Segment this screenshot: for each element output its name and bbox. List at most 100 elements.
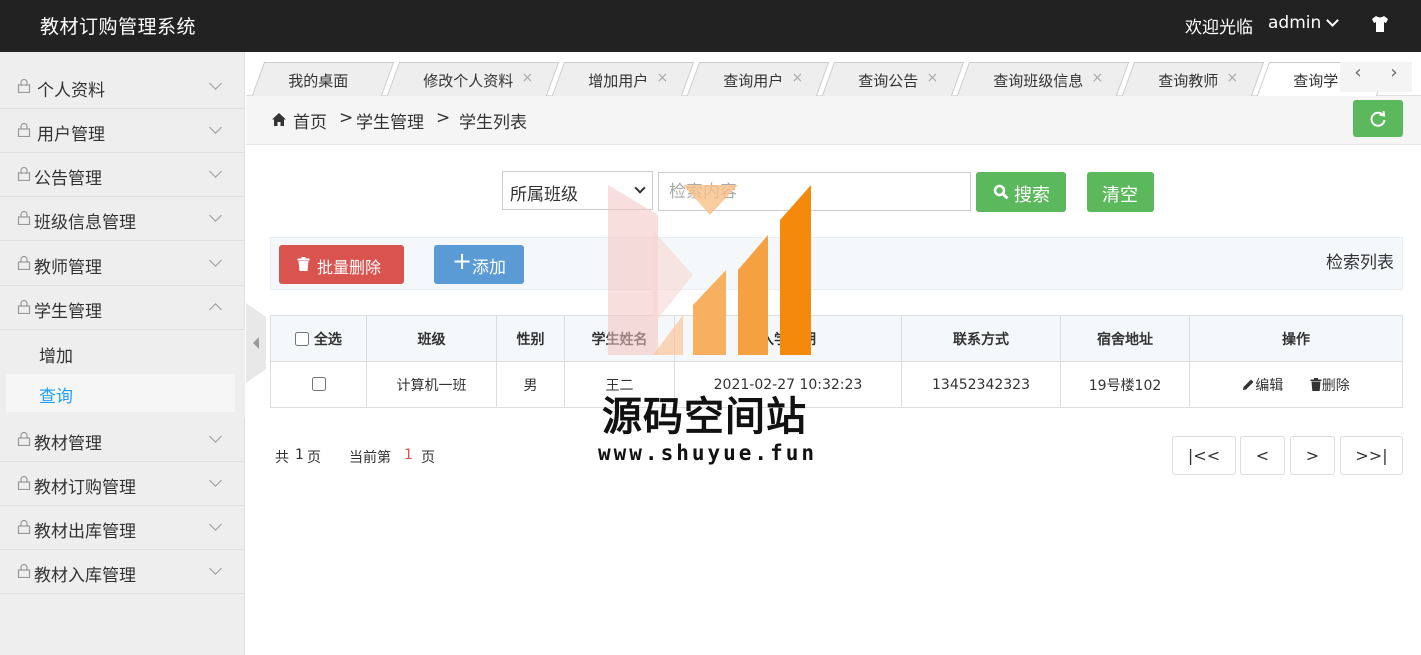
student-table: 全选 班级 性别 学生姓名 入学日期 联系方式 宿舍地址 操作 计算机一班 男 … bbox=[270, 315, 1403, 408]
close-icon[interactable]: × bbox=[1092, 70, 1104, 86]
total-pages-suffix: 页 bbox=[307, 450, 321, 466]
select-all-header[interactable]: 全选 bbox=[270, 315, 367, 362]
close-icon[interactable]: × bbox=[792, 70, 804, 86]
batch-delete-label: 批量删除 bbox=[317, 258, 382, 277]
prev-page-button[interactable]: < bbox=[1240, 436, 1285, 475]
close-icon[interactable]: × bbox=[657, 70, 669, 86]
tab-add-user[interactable]: 增加用户 × bbox=[551, 62, 695, 96]
sidebar-item-profile[interactable]: 个人资料 bbox=[0, 65, 245, 109]
batch-delete-button[interactable]: 批量删除 bbox=[279, 245, 404, 284]
chevron-up-icon bbox=[209, 303, 222, 316]
sidebar-item-label: 教材出库管理 bbox=[34, 522, 136, 542]
sidebar-item-label: 用户管理 bbox=[37, 125, 105, 145]
tab-label: 我的桌面 bbox=[288, 72, 349, 90]
search-button[interactable]: 搜索 bbox=[976, 172, 1066, 212]
column-header-gender: 性别 bbox=[496, 315, 565, 362]
submenu-item-add[interactable]: 增加 bbox=[6, 334, 235, 372]
sidebar-item-label: 教材管理 bbox=[34, 434, 102, 454]
breadcrumb-student-mgmt[interactable]: 学生管理 bbox=[356, 108, 424, 133]
theme-shirt-icon[interactable] bbox=[1370, 14, 1390, 34]
chevron-down-icon bbox=[209, 209, 222, 222]
class-select[interactable]: 所属班级 bbox=[502, 171, 653, 210]
chevron-down-icon bbox=[634, 182, 646, 194]
sidebar-item-notices[interactable]: 公告管理 bbox=[0, 153, 245, 197]
sidebar-item-label: 教材订购管理 bbox=[34, 478, 136, 498]
first-page-button[interactable]: |<< bbox=[1172, 436, 1236, 475]
delete-label: 删除 bbox=[1321, 377, 1350, 394]
sidebar-item-teachers[interactable]: 教师管理 bbox=[0, 242, 245, 286]
tab-query-class[interactable]: 查询班级信息 × bbox=[956, 62, 1130, 96]
sidebar-item-classes[interactable]: 班级信息管理 bbox=[0, 197, 245, 241]
select-all-checkbox[interactable] bbox=[295, 331, 310, 346]
edit-link[interactable]: 编辑 bbox=[1242, 378, 1287, 394]
sidebar-item-users[interactable]: 用户管理 bbox=[0, 109, 245, 153]
search-icon bbox=[993, 184, 1009, 200]
sidebar-item-orders[interactable]: 教材订购管理 bbox=[0, 462, 245, 506]
sidebar-item-label: 公告管理 bbox=[34, 169, 102, 189]
sidebar-item-outbound[interactable]: 教材出库管理 bbox=[0, 506, 245, 550]
chevron-down-icon bbox=[209, 254, 222, 267]
chevron-down-icon bbox=[209, 77, 222, 90]
chevron-down-icon[interactable] bbox=[1326, 14, 1339, 27]
lock-icon bbox=[17, 476, 31, 490]
tab-query-user[interactable]: 查询用户 × bbox=[686, 62, 830, 96]
chevron-down-icon bbox=[209, 518, 222, 531]
home-icon bbox=[272, 113, 286, 126]
cell-phone: 13452342323 bbox=[901, 361, 1061, 408]
close-icon[interactable]: × bbox=[1227, 70, 1239, 86]
close-icon[interactable]: × bbox=[522, 70, 534, 86]
sidebar-collapse-handle[interactable] bbox=[246, 303, 266, 383]
watermark-url: www.shuyue.fun bbox=[598, 441, 818, 465]
clear-button-label: 清空 bbox=[1102, 185, 1138, 206]
current-page: 1 bbox=[404, 447, 413, 463]
submenu-item-query[interactable]: 查询 bbox=[6, 374, 235, 412]
tab-next-button[interactable]: › bbox=[1376, 62, 1412, 92]
tab-desktop[interactable]: 我的桌面 bbox=[251, 62, 395, 96]
tab-label: 修改个人资料 bbox=[423, 72, 514, 90]
breadcrumb: 首页 > 学生管理 > 学生列表 bbox=[246, 96, 1421, 145]
current-page-suffix: 页 bbox=[421, 450, 435, 466]
top-header: 教材订购管理系统 欢迎光临 admin bbox=[0, 0, 1421, 52]
lock-icon bbox=[17, 520, 31, 534]
cell-gender: 男 bbox=[496, 361, 565, 408]
sidebar-item-textbooks[interactable]: 教材管理 bbox=[0, 418, 245, 462]
column-header-date: 入学日期 bbox=[674, 315, 902, 362]
close-icon[interactable]: × bbox=[927, 70, 939, 86]
lock-icon bbox=[17, 256, 31, 270]
tab-query-teacher[interactable]: 查询教师 × bbox=[1121, 62, 1265, 96]
delete-link[interactable]: 删除 bbox=[1310, 377, 1350, 394]
tab-query-notice[interactable]: 查询公告 × bbox=[821, 62, 965, 96]
next-page-button[interactable]: > bbox=[1290, 436, 1335, 475]
tab-prev-button[interactable]: ‹ bbox=[1340, 62, 1376, 92]
sidebar: 个人资料 用户管理 公告管理 班级信息管理 教师管理 学生管理 增加 查询 教材 bbox=[0, 52, 245, 655]
tab-edit-profile[interactable]: 修改个人资料 × bbox=[386, 62, 560, 96]
lock-icon bbox=[17, 123, 31, 137]
last-page-button[interactable]: >>| bbox=[1340, 436, 1403, 475]
row-select-cell bbox=[270, 361, 367, 408]
trash-icon bbox=[1310, 377, 1322, 391]
lock-icon bbox=[17, 564, 31, 578]
sidebar-item-inbound[interactable]: 教材入库管理 bbox=[0, 550, 245, 594]
chevron-down-icon bbox=[209, 121, 222, 134]
search-input[interactable] bbox=[658, 172, 971, 211]
column-header-class: 班级 bbox=[366, 315, 497, 362]
tab-label: 查询班级信息 bbox=[993, 72, 1084, 90]
user-menu[interactable]: admin bbox=[1268, 13, 1321, 33]
sidebar-item-students[interactable]: 学生管理 bbox=[0, 286, 245, 330]
pencil-icon bbox=[1243, 379, 1254, 390]
sidebar-item-label: 教师管理 bbox=[34, 258, 102, 278]
refresh-button[interactable] bbox=[1353, 100, 1403, 137]
select-all-label: 全选 bbox=[313, 331, 342, 348]
clear-button[interactable]: 清空 bbox=[1087, 172, 1154, 212]
submenu-item-label: 增加 bbox=[39, 347, 73, 367]
chevron-down-icon bbox=[209, 474, 222, 487]
add-button[interactable]: + 添加 bbox=[434, 245, 524, 284]
breadcrumb-student-list: 学生列表 bbox=[459, 113, 527, 133]
welcome-text: 欢迎光临 bbox=[1185, 18, 1253, 38]
column-header-phone: 联系方式 bbox=[901, 315, 1061, 362]
student-submenu: 增加 查询 bbox=[0, 330, 245, 418]
row-checkbox[interactable] bbox=[311, 376, 326, 391]
refresh-icon bbox=[1370, 110, 1386, 127]
breadcrumb-home[interactable]: 首页 bbox=[293, 108, 327, 133]
app-title: 教材订购管理系统 bbox=[40, 16, 197, 38]
